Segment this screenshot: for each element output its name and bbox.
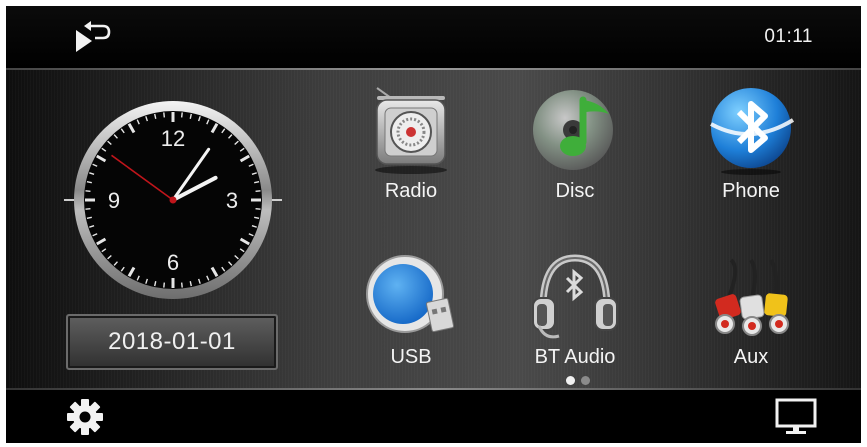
usb-drive-icon [366,255,455,333]
status-time: 01:11 [764,26,813,47]
page-dot-active[interactable] [566,376,575,385]
app-radio[interactable]: Radio [346,84,476,203]
clock-minute-tick [85,190,91,193]
clock-minute-tick [255,207,261,210]
clock-minute-tick [180,282,183,288]
status-bar: 01:11 [6,6,861,68]
clock-minute-tick [163,112,166,118]
app-disc[interactable]: Disc [510,84,640,203]
clock-center-cap [169,196,177,204]
page-dot[interactable] [581,376,590,385]
clock-numeral-3: 3 [226,188,238,213]
bottom-bar [6,390,861,443]
clock-numeral-9: 9 [108,188,120,213]
app-radio-label: Radio [384,180,438,202]
app-aux-label: Aux [733,346,769,368]
rca-cables-icon [715,258,789,336]
head-unit-screen: 01:11 12 3 6 9 2018-01-01 Radio Disc Pho… [6,6,861,443]
app-bt-audio[interactable]: BT Audio [510,250,640,369]
app-usb-label: USB [390,346,432,368]
clock-minute-tick [255,190,261,193]
app-phone[interactable]: Phone [686,84,816,203]
date-display[interactable]: 2018-01-01 [66,314,278,370]
clock-minute-tick [180,112,183,118]
bluetooth-phone-icon [710,88,795,175]
monitor-icon[interactable] [775,398,817,436]
app-phone-label: Phone [722,180,780,202]
analog-clock[interactable]: 12 3 6 9 [64,100,282,300]
app-disc-label: Disc [555,180,595,202]
gear-icon[interactable] [66,398,104,436]
clock-numeral-12: 12 [161,126,185,151]
clock-numeral-6: 6 [167,250,179,275]
back-return-icon[interactable] [74,20,112,54]
disc-music-icon [533,90,613,170]
clock-minute-tick [163,282,166,288]
home-panel: 12 3 6 9 2018-01-01 Radio Disc Phone USB… [6,70,861,388]
bluetooth-headphones-icon [532,254,618,339]
app-aux[interactable]: Aux [686,250,816,369]
app-usb[interactable]: USB [346,250,476,369]
page-indicator [566,376,596,386]
radio-icon [375,87,447,174]
clock-minute-tick [85,207,91,210]
app-bt-audio-label: BT Audio [534,346,616,368]
